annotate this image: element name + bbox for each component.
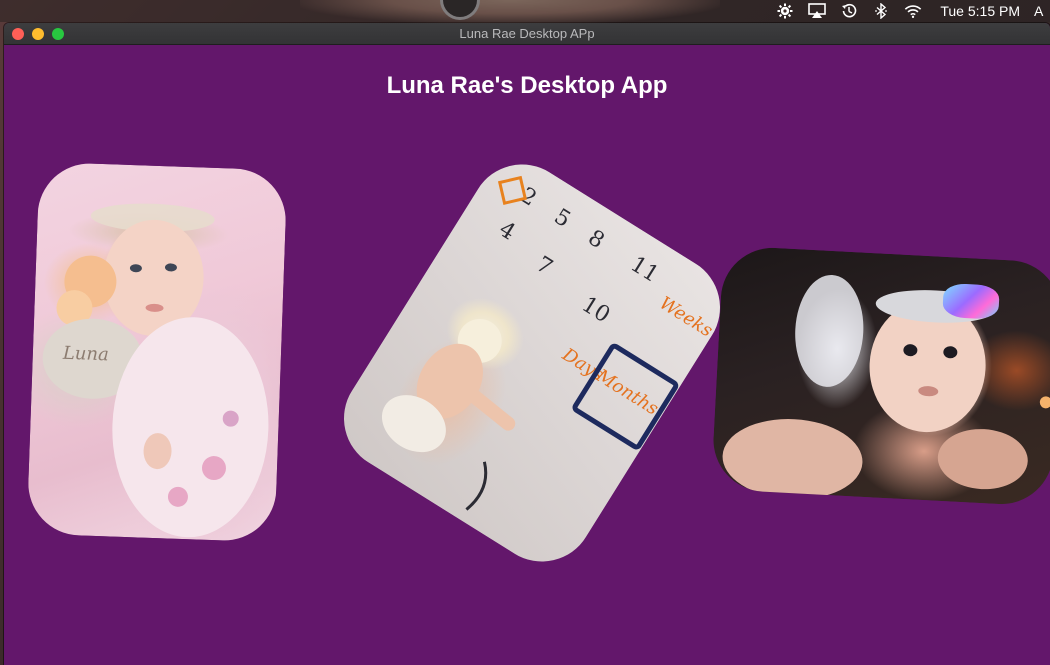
photo-1-image: Luna [42, 203, 269, 538]
photo-card-3 [710, 245, 1050, 507]
photo-3-image [722, 274, 1050, 500]
airplay-icon[interactable] [808, 2, 827, 20]
window-titlebar[interactable]: Luna Rae Desktop APp [4, 23, 1050, 45]
iridescent-bow [942, 282, 1000, 320]
window-title: Luna Rae Desktop APp [459, 26, 595, 41]
menu-bar-status-area: Tue 5:15 PM A [776, 0, 1050, 22]
time-machine-icon[interactable] [840, 2, 858, 20]
user-account-menu[interactable]: A [1034, 3, 1044, 19]
menu-bar-clock[interactable]: Tue 5:15 PM [940, 3, 1020, 19]
bluetooth-icon[interactable] [872, 2, 890, 20]
menu-bar: Tue 5:15 PM A [0, 0, 1050, 22]
photo-card-2: 2 5 8 11 4 7 10 Weeks Days Months [324, 144, 740, 582]
wifi-icon[interactable] [904, 2, 922, 20]
photo-card-1: Luna [26, 161, 288, 543]
page-title: Luna Rae's Desktop App [386, 72, 668, 99]
gear-icon[interactable] [776, 2, 794, 20]
photo-2-image [381, 175, 527, 511]
app-window: Luna Rae Desktop APp Luna Rae's Desktop … [4, 23, 1050, 665]
svg-text:Luna: Luna [62, 343, 110, 366]
